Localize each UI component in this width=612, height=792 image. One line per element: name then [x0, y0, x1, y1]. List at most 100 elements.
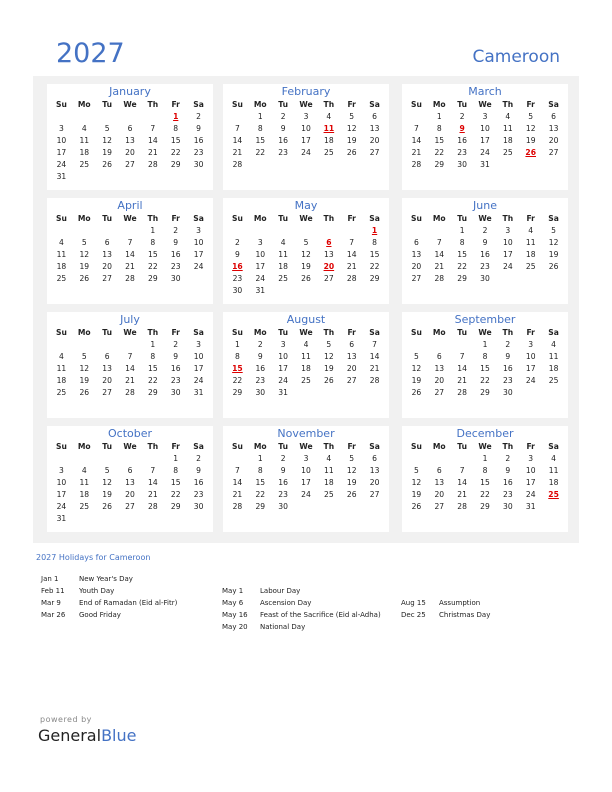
day-cell: 4: [505, 112, 511, 121]
weekday-header: Sa: [193, 214, 204, 223]
day-cell: 28: [148, 502, 158, 511]
empty-cell: [272, 225, 295, 237]
day-cell: 7: [459, 466, 465, 475]
day-cell: 10: [480, 124, 490, 133]
day-cell: 6: [349, 340, 355, 349]
day-cell: 21: [457, 376, 467, 385]
day-cell: 28: [457, 388, 467, 397]
day-cell: 10: [525, 466, 536, 475]
day-cell: 21: [457, 490, 467, 499]
day-cell: 25: [79, 502, 90, 511]
empty-cell: [428, 453, 451, 465]
day-cell: 18: [525, 250, 536, 259]
weekday-header: Th: [147, 442, 159, 451]
weekday-header: We: [299, 442, 313, 451]
day-cell: 12: [79, 364, 90, 373]
month-name: February: [281, 85, 331, 98]
month-september: September Su Mo Tu We Th Fr Sa 1 2 3 4 5 6 7 8 9 10 11 12 13…: [402, 312, 568, 418]
day-cell: 2: [235, 238, 240, 247]
weekday-header: Th: [147, 100, 159, 109]
day-cell: 4: [551, 340, 556, 349]
weekday-header: Tu: [278, 100, 289, 109]
day-cell: 3: [482, 112, 488, 121]
day-cell: 6: [104, 238, 110, 247]
day-cell: 3: [59, 466, 64, 475]
empty-cell: [96, 339, 119, 351]
day-cell: 30: [503, 502, 513, 511]
day-cell: 3: [528, 454, 534, 463]
day-cell: 15: [148, 364, 158, 373]
day-cell: 26: [79, 388, 90, 397]
day-cell: 6: [127, 466, 133, 475]
holiday-day: 15: [232, 364, 243, 373]
day-cell: 17: [525, 364, 536, 373]
day-cell: 11: [548, 466, 559, 475]
weekday-header: Su: [231, 328, 243, 337]
day-cell: 4: [59, 352, 64, 361]
weekday-header: Th: [502, 328, 514, 337]
day-cell: 2: [257, 340, 263, 349]
month-grid: Su Mo Tu We Th Fr Sa 1 2 3 4 5 6 7 8 9 10 11 12 13 14 15 16 17 1…: [402, 327, 568, 399]
month-name: March: [468, 85, 502, 98]
weekday-header: Mo: [77, 100, 91, 109]
day-cell: 26: [346, 148, 357, 157]
day-cell: 14: [457, 364, 467, 373]
empty-cell: [405, 225, 428, 237]
day-cell: 26: [411, 502, 422, 511]
day-cell: 25: [301, 376, 311, 385]
day-cell: 7: [349, 238, 355, 247]
day-cell: 27: [369, 490, 380, 499]
holidays-title: 2027 Holidays for Cameroon: [36, 553, 151, 562]
day-cell: 15: [255, 136, 266, 145]
day-cell: 18: [56, 262, 67, 271]
holiday-column: Aug 15 Assumption Dec 25 Christmas Day: [401, 573, 490, 621]
day-cell: 4: [81, 124, 87, 133]
day-cell: 16: [503, 364, 513, 373]
weekday-header: We: [299, 100, 313, 109]
day-cell: 19: [346, 478, 357, 487]
day-cell: 5: [104, 124, 110, 133]
day-cell: 25: [56, 388, 67, 397]
weekday-header: Th: [502, 100, 514, 109]
day-cell: 13: [434, 478, 445, 487]
empty-cell: [249, 225, 272, 237]
weekday-header: Fr: [347, 214, 356, 223]
day-cell: 15: [369, 250, 380, 259]
calendar-panel: January Su Mo Tu We Th Fr Sa 1 2 3 4 5 6 7 8 9 10 11 12 13 14…: [33, 76, 579, 543]
weekday-header: Su: [410, 214, 422, 223]
holiday-column: May 1 Labour Day May 6 Ascension Day May 16 F…: [222, 573, 381, 633]
month-november: November Su Mo Tu We Th Fr Sa 1 2 3 4 5 6 7 8 9 10 11 12 13 1…: [223, 426, 389, 532]
day-cell: 17: [56, 490, 67, 499]
weekday-header: Mo: [253, 442, 267, 451]
day-cell: 10: [503, 238, 513, 247]
day-cell: 11: [56, 364, 67, 373]
empty-cell: [119, 453, 142, 465]
holiday-day: 9: [459, 124, 465, 133]
day-cell: 14: [125, 250, 135, 259]
day-cell: 9: [482, 238, 488, 247]
day-cell: 25: [525, 262, 536, 271]
weekday-header: Fr: [347, 442, 356, 451]
day-cell: 28: [434, 274, 445, 283]
weekday-header: Su: [55, 100, 67, 109]
weekday-header: Mo: [253, 100, 267, 109]
weekday-header: Su: [231, 100, 243, 109]
day-cell: 16: [255, 364, 266, 373]
day-cell: 26: [411, 388, 422, 397]
day-cell: 14: [232, 136, 243, 145]
day-cell: 24: [503, 262, 513, 271]
day-cell: 6: [551, 112, 556, 121]
day-cell: 1: [436, 112, 442, 121]
day-cell: 16: [278, 136, 288, 145]
empty-cell: [295, 225, 318, 237]
holiday-item: [401, 573, 490, 585]
day-cell: 18: [503, 136, 513, 145]
holiday-date: May 16: [222, 611, 248, 619]
day-cell: 1: [482, 340, 488, 349]
empty-cell: [428, 339, 451, 351]
day-cell: 3: [257, 238, 263, 247]
weekday-header: Sa: [369, 214, 380, 223]
day-cell: 5: [326, 340, 332, 349]
weekday-header: Fr: [526, 214, 535, 223]
weekday-header: Mo: [253, 328, 267, 337]
